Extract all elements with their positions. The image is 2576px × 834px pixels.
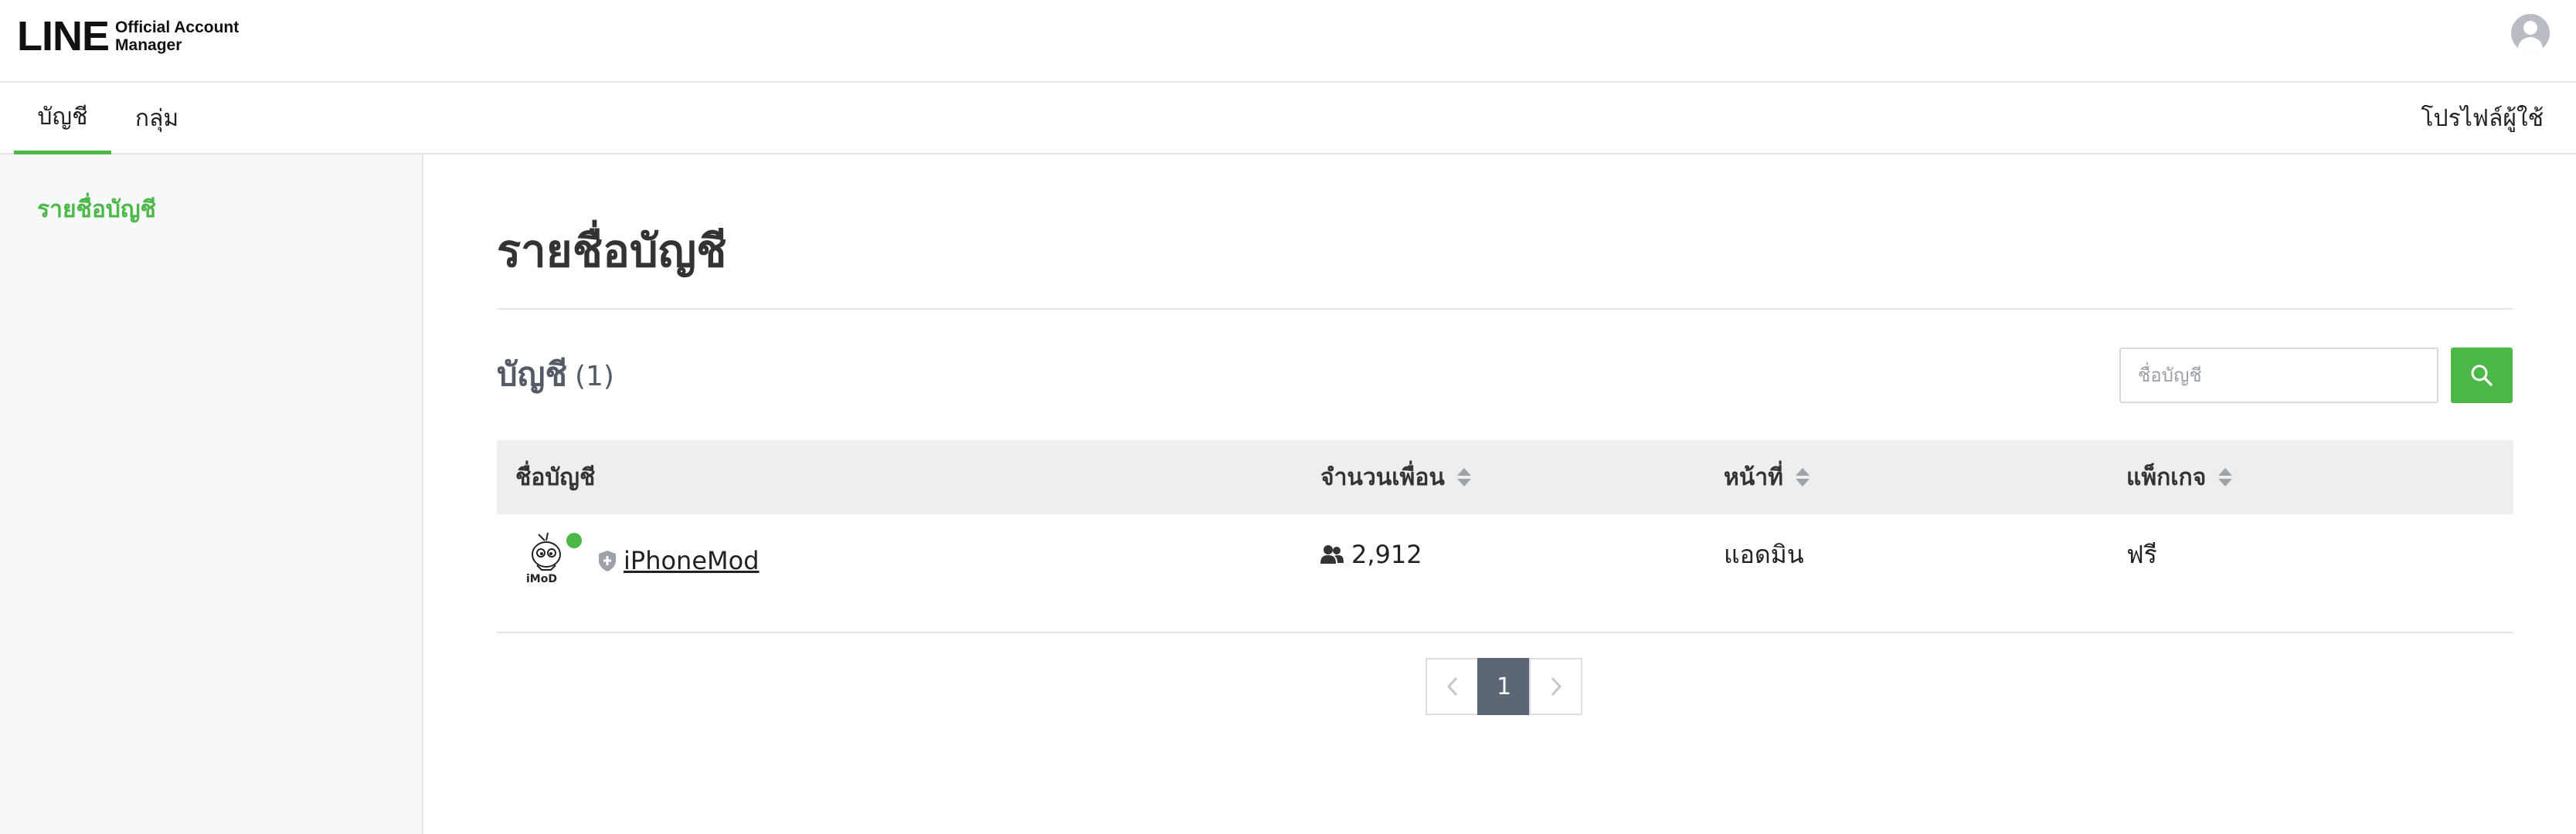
column-header-friends[interactable]: จำนวนเพื่อน bbox=[1320, 440, 1471, 514]
section-title-label: บัญชี bbox=[497, 355, 567, 393]
account-avatar[interactable]: iMoD bbox=[525, 531, 568, 590]
plan-cell: ฟรี bbox=[2126, 539, 2157, 569]
column-header-role[interactable]: หน้าที่ bbox=[1724, 440, 1810, 514]
role-cell: แอดมิน bbox=[1724, 539, 1804, 569]
pagination: 1 bbox=[1426, 658, 1582, 715]
title-divider bbox=[497, 308, 2513, 310]
account-search-input[interactable] bbox=[2119, 348, 2438, 403]
column-header-plan[interactable]: แพ็กเกจ bbox=[2126, 440, 2233, 514]
status-online-indicator bbox=[566, 533, 582, 548]
search-icon bbox=[2471, 364, 2493, 386]
friends-count: 2,912 bbox=[1351, 540, 1422, 569]
pagination-prev-button[interactable] bbox=[1426, 658, 1479, 715]
chevron-right-icon bbox=[1551, 676, 1562, 697]
column-header-account-name: ชื่อบัญชี bbox=[515, 440, 595, 514]
account-name-link[interactable]: iPhoneMod bbox=[624, 546, 760, 575]
column-header-label: ชื่อบัญชี bbox=[515, 463, 596, 491]
friends-count-cell: 2,912 bbox=[1320, 531, 1422, 578]
tab-accounts[interactable]: บัญชี bbox=[14, 83, 111, 154]
users-icon bbox=[1320, 545, 1344, 564]
sort-icon[interactable] bbox=[1795, 468, 1810, 486]
logo-line-text: LINE bbox=[17, 13, 110, 59]
shield-icon bbox=[599, 551, 616, 571]
account-cell: iMoD iPhoneMod bbox=[525, 530, 760, 592]
section-title: บัญชี (1) bbox=[497, 351, 614, 400]
logo-subtitle: Official Account Manager bbox=[115, 19, 239, 54]
tab-groups[interactable]: กลุ่ม bbox=[116, 83, 198, 154]
column-header-label: จำนวนเพื่อน bbox=[1320, 463, 1445, 491]
avatar-head-shape bbox=[2523, 21, 2537, 35]
avatar-body-shape bbox=[2518, 37, 2543, 53]
user-profile-link[interactable]: โปรไฟล์ผู้ใช้ bbox=[2421, 83, 2544, 154]
chevron-left-icon bbox=[1446, 676, 1457, 697]
sidebar-item-account-list[interactable]: รายชื่อบัญชี bbox=[37, 192, 156, 228]
table-row: iMoD iPhoneMod 2,912 แอดมิน ฟรี bbox=[497, 514, 2513, 633]
table-header: ชื่อบัญชี จำนวนเพื่อน หน้าที่ แพ็กเกจ bbox=[497, 440, 2513, 514]
sort-icon[interactable] bbox=[1456, 468, 1471, 486]
logo-subtitle-line-1: Official Account bbox=[115, 19, 240, 36]
line-oa-manager-logo[interactable]: LINE Official Account Manager bbox=[17, 13, 239, 59]
sort-icon[interactable] bbox=[2218, 468, 2233, 486]
column-header-label: แพ็กเกจ bbox=[2126, 463, 2207, 491]
accounts-table: ชื่อบัญชี จำนวนเพื่อน หน้าที่ แพ็กเกจ iM… bbox=[497, 440, 2513, 633]
top-header: LINE Official Account Manager bbox=[0, 0, 2576, 83]
account-count: (1) bbox=[574, 361, 614, 392]
search-button[interactable] bbox=[2451, 348, 2513, 403]
account-avatar-label: iMoD bbox=[526, 573, 557, 585]
pagination-page-current[interactable]: 1 bbox=[1477, 658, 1531, 715]
pagination-next-button[interactable] bbox=[1529, 658, 1582, 715]
user-avatar-icon[interactable] bbox=[2511, 14, 2550, 53]
logo-subtitle-line-2: Manager bbox=[115, 36, 182, 54]
main-tab-bar: บัญชี กลุ่ม โปรไฟล์ผู้ใช้ bbox=[0, 83, 2576, 154]
column-header-label: หน้าที่ bbox=[1724, 463, 1783, 491]
page-title: รายชื่อบัญชี bbox=[497, 225, 727, 277]
sidebar: รายชื่อบัญชี bbox=[0, 154, 423, 834]
